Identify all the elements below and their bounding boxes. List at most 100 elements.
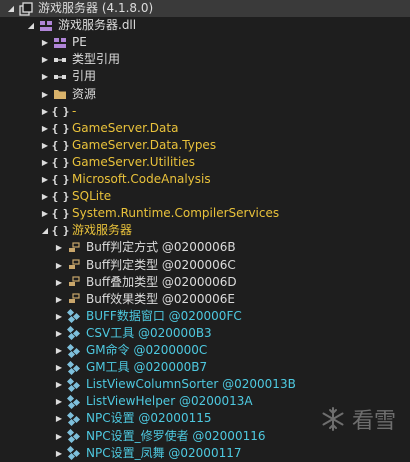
class-icon <box>67 360 81 375</box>
tree-node[interactable]: ▶ BUFF数据窗口 @020000FC <box>0 308 410 325</box>
namespace-icon: { } <box>51 104 70 118</box>
tree-node-label: 游戏服务器 (4.1.8.0) <box>38 1 154 15</box>
expand-arrow-icon[interactable]: ▶ <box>40 188 50 205</box>
expand-arrow-icon[interactable]: ▶ <box>54 325 64 342</box>
expand-arrow-icon[interactable]: ▶ <box>40 154 50 171</box>
expand-arrow-icon[interactable]: ▶ <box>40 171 50 188</box>
class-icon <box>67 411 81 426</box>
tree-node-label: GameServer.Data.Types <box>72 137 217 152</box>
collapse-arrow-icon[interactable]: ◢ <box>6 0 16 17</box>
tree-node[interactable]: ▶ Buff叠加类型 @0200006D <box>0 274 410 291</box>
namespace-icon: { } <box>51 190 70 204</box>
tree-node-label: Microsoft.CodeAnalysis <box>72 172 211 186</box>
tree-node[interactable]: ▶{ } System.Runtime.CompilerServices <box>0 205 410 222</box>
expand-arrow-icon[interactable]: ▶ <box>40 137 50 154</box>
expand-arrow-icon[interactable]: ▶ <box>54 410 64 427</box>
pe-icon <box>53 36 67 50</box>
tree-node[interactable]: ▶ ListViewColumnSorter @0200013B <box>0 376 410 393</box>
expand-arrow-icon[interactable]: ▶ <box>54 239 64 256</box>
expand-arrow-icon[interactable]: ▶ <box>54 359 64 376</box>
tree-node[interactable]: ▶ Buff效果类型 @0200006E <box>0 291 410 308</box>
tree-node[interactable]: ▶ 类型引用 <box>0 51 410 68</box>
tree-node-label: 游戏服务器 <box>72 223 133 238</box>
class-icon <box>67 446 81 461</box>
watermark: 看雪 <box>320 403 396 435</box>
namespace-icon: { } <box>51 173 70 186</box>
tree-node[interactable]: ▶ GM命令 @0200000C <box>0 342 410 359</box>
enum-icon <box>67 258 81 272</box>
namespace-icon: { } <box>51 121 70 135</box>
tree-node[interactable]: ▶ PE <box>0 34 410 51</box>
tree-node[interactable]: ▶ 引用 <box>0 68 410 85</box>
tree-node-label: NPC设置 @02000115 <box>86 411 212 426</box>
tree-node[interactable]: ▶ Buff判定方式 @0200006B <box>0 239 410 256</box>
tree-node-label: - <box>72 103 77 118</box>
tree-node-label: BUFF数据窗口 @020000FC <box>86 308 242 323</box>
assembly-icon <box>19 1 33 16</box>
expand-arrow-icon[interactable]: ▶ <box>54 376 64 393</box>
tree-node-label: Buff叠加类型 @0200006D <box>86 274 237 289</box>
enum-icon <box>67 292 81 306</box>
class-icon <box>67 309 81 324</box>
reference-icon <box>53 70 67 84</box>
tree-node[interactable]: ◢ 游戏服务器.dll <box>0 17 410 34</box>
class-icon <box>67 326 81 341</box>
expand-arrow-icon[interactable]: ▶ <box>40 120 50 137</box>
tree-node[interactable]: ▶{ } GameServer.Data.Types <box>0 137 410 154</box>
tree-node-label: GameServer.Data <box>72 120 179 135</box>
tree-node[interactable]: ▶{ } GameServer.Utilities <box>0 154 410 171</box>
folder-icon <box>53 87 67 101</box>
namespace-icon: { } <box>51 207 70 221</box>
type-ref-icon <box>53 53 67 67</box>
tree-node[interactable]: ▶ 资源 <box>0 86 410 103</box>
expand-arrow-icon[interactable]: ▶ <box>40 103 50 120</box>
tree-node[interactable]: ▶{ } Microsoft.CodeAnalysis <box>0 171 410 188</box>
expand-arrow-icon[interactable]: ▶ <box>54 445 64 462</box>
enum-icon <box>67 241 81 255</box>
expand-arrow-icon[interactable]: ▶ <box>54 308 64 325</box>
class-icon <box>67 394 81 409</box>
tree-node-label: System.Runtime.CompilerServices <box>72 206 280 221</box>
tree-node-label: 类型引用 <box>72 52 121 67</box>
tree-node[interactable]: ▶{ } GameServer.Data <box>0 120 410 137</box>
module-icon <box>39 19 53 33</box>
tree-node[interactable]: ▶{ } SQLite <box>0 188 410 205</box>
expand-arrow-icon[interactable]: ▶ <box>40 51 50 68</box>
tree-node-label: Buff效果类型 @0200006E <box>86 291 235 306</box>
expand-arrow-icon[interactable]: ▶ <box>54 393 64 410</box>
snowflake-logo-icon <box>322 407 344 431</box>
tree-node-label: CSV工具 @020000B3 <box>86 325 212 340</box>
tree-node-label: 引用 <box>72 69 97 84</box>
expand-arrow-icon[interactable]: ▶ <box>54 274 64 291</box>
expand-arrow-icon[interactable]: ▶ <box>40 34 50 51</box>
tree-node[interactable]: ◢ 游戏服务器 (4.1.8.0) <box>0 0 410 17</box>
class-icon <box>67 343 81 358</box>
tree-node-label: ListViewHelper @0200013A <box>86 394 253 409</box>
class-icon <box>67 377 81 392</box>
expand-arrow-icon[interactable]: ▶ <box>54 257 64 274</box>
namespace-icon: { } <box>51 155 70 169</box>
class-icon <box>67 429 81 443</box>
tree-node-label: 资源 <box>72 86 97 101</box>
tree-node[interactable]: ▶{ } - <box>0 103 410 120</box>
watermark-text: 看雪 <box>351 409 396 434</box>
expand-arrow-icon[interactable]: ▶ <box>54 291 64 308</box>
tree-node[interactable]: ◢{ } 游戏服务器 <box>0 222 410 239</box>
namespace-icon: { } <box>51 224 70 238</box>
expand-arrow-icon[interactable]: ▶ <box>54 428 64 445</box>
tree-node[interactable]: ▶ GM工具 @020000B7 <box>0 359 410 376</box>
tree-node-label: Buff判定方式 @0200006B <box>86 240 236 255</box>
tree-node[interactable]: ▶ NPC设置_凤舞 @02000117 <box>0 445 410 462</box>
tree-node[interactable]: ▶ Buff判定类型 @0200006C <box>0 257 410 274</box>
tree-node-label: GM命令 @0200000C <box>86 343 208 357</box>
tree-node-label: SQLite <box>72 189 112 204</box>
collapse-arrow-icon[interactable]: ◢ <box>26 17 36 34</box>
tree-node[interactable]: ▶ CSV工具 @020000B3 <box>0 325 410 342</box>
tree-node-label: GM工具 @020000B7 <box>86 360 208 375</box>
expand-arrow-icon[interactable]: ▶ <box>40 86 50 103</box>
expand-arrow-icon[interactable]: ▶ <box>40 205 50 222</box>
collapse-arrow-icon[interactable]: ◢ <box>40 222 50 239</box>
tree-node-label: NPC设置_凤舞 @02000117 <box>86 445 242 460</box>
expand-arrow-icon[interactable]: ▶ <box>54 342 64 359</box>
expand-arrow-icon[interactable]: ▶ <box>40 68 50 85</box>
